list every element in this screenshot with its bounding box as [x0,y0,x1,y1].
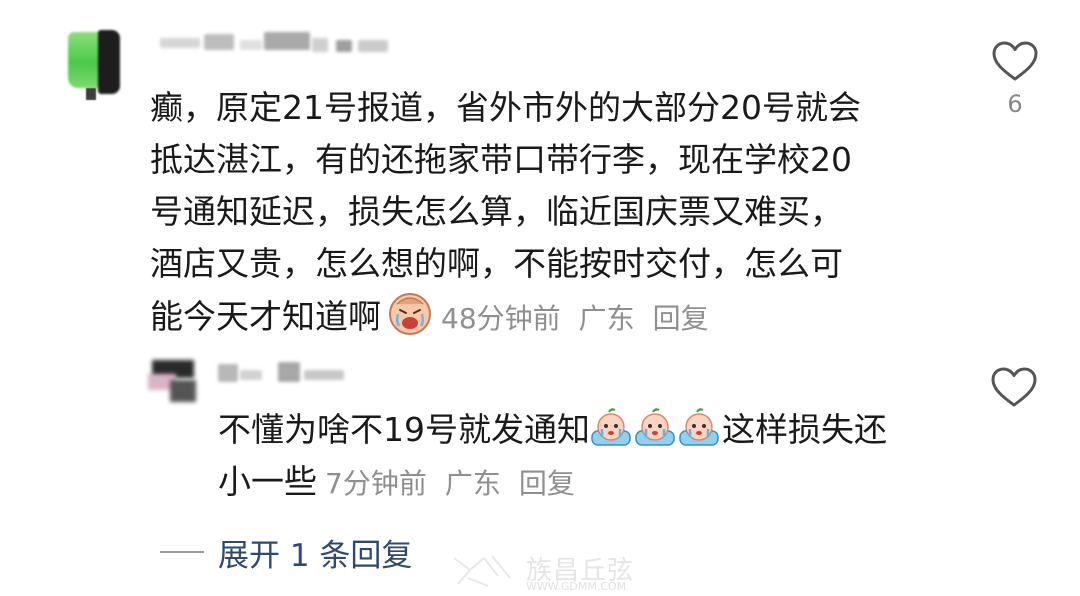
comment-location: 广东 [578,302,635,335]
avatar[interactable] [62,24,124,102]
comment-body: 癫，原定21号报道，省外市外的大部分20号就会 抵达湛江，有的还拖家带口带行李，… [150,82,950,345]
heart-icon[interactable] [990,366,1038,408]
divider [160,551,204,553]
watermark-logo-icon [453,555,511,587]
comment-line: 抵达湛江，有的还拖家带口带行李，现在学校20 [150,140,852,179]
comment-line: 酒店又贵，怎么想的啊，不能按时交付，怎么可 [150,244,843,283]
comment-reply-button[interactable]: 回复 [653,302,709,335]
reply-username-blurred[interactable] [218,360,348,384]
comment-meta: 48分钟前 广东 回复 [441,302,709,335]
reply-text-part: 这样损失还 [722,410,887,449]
reply-line: 不懂为啥不19号就发通知 这样损失还 [218,404,978,456]
reply-reply-button[interactable]: 回复 [519,467,575,500]
comment-line-text: 能今天才知道啊 [150,297,381,336]
reply-line: 小一些 7分钟前 广东 回复 [218,456,978,510]
crying-face-sticker-icon [389,293,431,335]
reply-time: 7分钟前 [325,467,427,500]
heart-icon[interactable] [991,40,1039,82]
reply-avatar[interactable] [148,352,204,406]
expand-replies[interactable]: 展开 1 条回复 [160,530,412,575]
peach-crying-sticker-icon [591,408,631,446]
reply-text-part: 小一些 [218,462,317,501]
reply-body: 不懂为啥不19号就发通知 这样损失还 小一些 7分钟前 广东 回复 [218,404,978,510]
comment-line-last: 能今天才知道啊 48分钟前 广东 回复 [150,290,950,345]
watermark-url: WWW.GDMM.COM [526,580,627,593]
reply-meta: 7分钟前 广东 回复 [325,467,575,500]
comment-line: 号通知延迟，损失怎么算，临近国庆票又难买， [150,192,843,231]
reply-like-button[interactable] [990,366,1040,416]
peach-crying-sticker-icon [635,408,675,446]
username-blurred[interactable] [160,32,392,54]
reply-location: 广东 [444,467,501,500]
reply-text-part: 不懂为啥不19号就发通知 [218,410,590,449]
watermark: 族昌丘弦 WWW.GDMM.COM [448,548,648,594]
comment-time: 48分钟前 [441,302,561,335]
like-count: 6 [1007,90,1023,118]
peach-crying-sticker-icon [679,408,719,446]
comment-thread: 癫，原定21号报道，省外市外的大部分20号就会 抵达湛江，有的还拖家带口带行李，… [0,0,1080,596]
comment-line: 癫，原定21号报道，省外市外的大部分20号就会 [150,88,861,127]
comment-like-button[interactable]: 6 [990,40,1040,130]
expand-replies-label[interactable]: 展开 1 条回复 [218,530,412,575]
